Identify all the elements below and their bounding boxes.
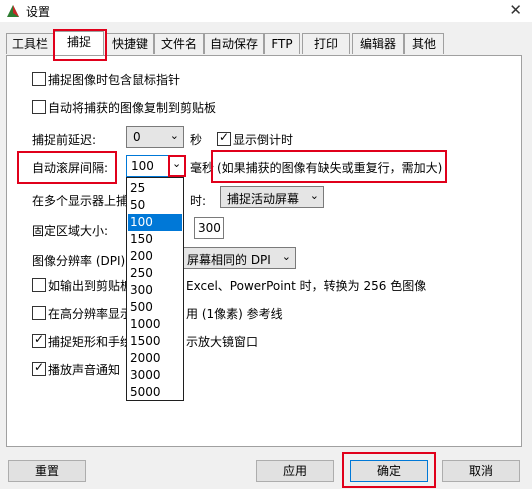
- scroll-interval-dropdown: 25 50 100 150 200 250 300 500 1000 1500 …: [126, 177, 184, 401]
- dpi-value: 屏幕相同的 DPI: [187, 253, 271, 267]
- include-cursor-label: 捕捉图像时包含鼠标指针: [48, 73, 181, 87]
- close-icon[interactable]: ✕: [509, 1, 522, 19]
- delay-value: 0: [133, 130, 141, 144]
- dropdown-option[interactable]: 500: [128, 299, 182, 316]
- convert-256-label-rest: Excel、PowerPoint 时，转换为 256 色图像: [186, 279, 427, 293]
- magnifier-checkbox[interactable]: [32, 332, 46, 348]
- tab-hotkeys[interactable]: 快捷键: [106, 33, 154, 54]
- tab-other[interactable]: 其他: [404, 33, 444, 54]
- chevron-down-icon: ⌄: [281, 250, 291, 263]
- dropdown-option[interactable]: 2000: [128, 350, 182, 367]
- dropdown-option-selected[interactable]: 100: [128, 214, 182, 231]
- dpi-label: 图像分辨率 (DPI): [32, 254, 126, 268]
- multi-monitor-label-suffix: 时:: [190, 194, 207, 208]
- tab-print[interactable]: 打印: [302, 33, 350, 54]
- dropdown-option[interactable]: 50: [128, 197, 182, 214]
- scroll-hint: (如果捕获的图像有缺失或重复行，需加大): [217, 161, 443, 175]
- tab-autosave[interactable]: 自动保存: [204, 33, 264, 54]
- dropdown-option[interactable]: 1500: [128, 333, 182, 350]
- dropdown-option[interactable]: 3000: [128, 367, 182, 384]
- copy-clipboard-checkbox[interactable]: [32, 100, 46, 114]
- dropdown-option[interactable]: 200: [128, 248, 182, 265]
- fixed-region-label: 固定区域大小:: [32, 224, 109, 238]
- tab-filename[interactable]: 文件名: [154, 33, 204, 54]
- show-countdown-label: 显示倒计时: [233, 133, 294, 147]
- convert-256-checkbox[interactable]: [32, 278, 46, 292]
- dropdown-option[interactable]: 250: [128, 265, 182, 282]
- apply-button[interactable]: 应用: [256, 460, 334, 482]
- tab-editor[interactable]: 编辑器: [352, 33, 404, 54]
- scroll-interval-label: 自动滚屏间隔:: [32, 161, 109, 175]
- delay-unit: 秒: [190, 133, 203, 147]
- scroll-interval-value: 100: [131, 159, 154, 173]
- convert-256-label: 如输出到剪贴板: [48, 279, 133, 293]
- dropdown-option[interactable]: 300: [128, 282, 182, 299]
- high-dpi-guide-checkbox[interactable]: [32, 306, 46, 320]
- delay-select[interactable]: 0 ⌄: [126, 126, 184, 148]
- multi-monitor-value: 捕捉活动屏幕: [227, 192, 300, 206]
- tab-toolbar[interactable]: 工具栏: [6, 33, 54, 54]
- high-dpi-guide-label: 在高分辨率显示: [48, 307, 133, 321]
- cancel-button[interactable]: 取消: [442, 460, 520, 482]
- sound-label: 播放声音通知: [48, 363, 121, 377]
- chevron-down-icon[interactable]: ⌄: [168, 155, 186, 177]
- fixed-region-value: 300: [198, 221, 221, 235]
- magnifier-label: 捕捉矩形和手绘: [48, 335, 133, 349]
- copy-clipboard-label: 自动将捕获的图像复制到剪贴板: [48, 101, 217, 115]
- title-bar: [0, 0, 532, 22]
- reset-button[interactable]: 重置: [8, 460, 86, 482]
- app-icon: [7, 5, 19, 17]
- high-dpi-guide-label-rest: 用 (1像素) 参考线: [186, 307, 283, 321]
- sound-checkbox[interactable]: [32, 360, 46, 376]
- dropdown-option[interactable]: 1000: [128, 316, 182, 333]
- chevron-down-icon: ⌄: [169, 129, 179, 142]
- include-cursor-checkbox[interactable]: [32, 72, 46, 86]
- multi-monitor-label: 在多个显示器上捕: [32, 194, 129, 208]
- dropdown-option[interactable]: 25: [128, 180, 182, 197]
- fixed-region-input[interactable]: 300: [194, 217, 224, 239]
- highlight-capture-tab: [53, 29, 107, 61]
- dropdown-option[interactable]: 5000: [128, 384, 182, 401]
- magnifier-label-rest: 示放大镜窗口: [186, 335, 259, 349]
- tab-ftp[interactable]: FTP: [264, 33, 300, 54]
- chevron-down-icon: ⌄: [309, 189, 319, 202]
- dropdown-option[interactable]: 150: [128, 231, 182, 248]
- show-countdown-checkbox[interactable]: [217, 130, 231, 146]
- multi-monitor-select[interactable]: 捕捉活动屏幕 ⌄: [220, 186, 324, 208]
- delay-label: 捕捉前延迟:: [32, 133, 97, 147]
- window-title: 设置: [26, 5, 51, 19]
- ok-button[interactable]: 确定: [350, 460, 428, 482]
